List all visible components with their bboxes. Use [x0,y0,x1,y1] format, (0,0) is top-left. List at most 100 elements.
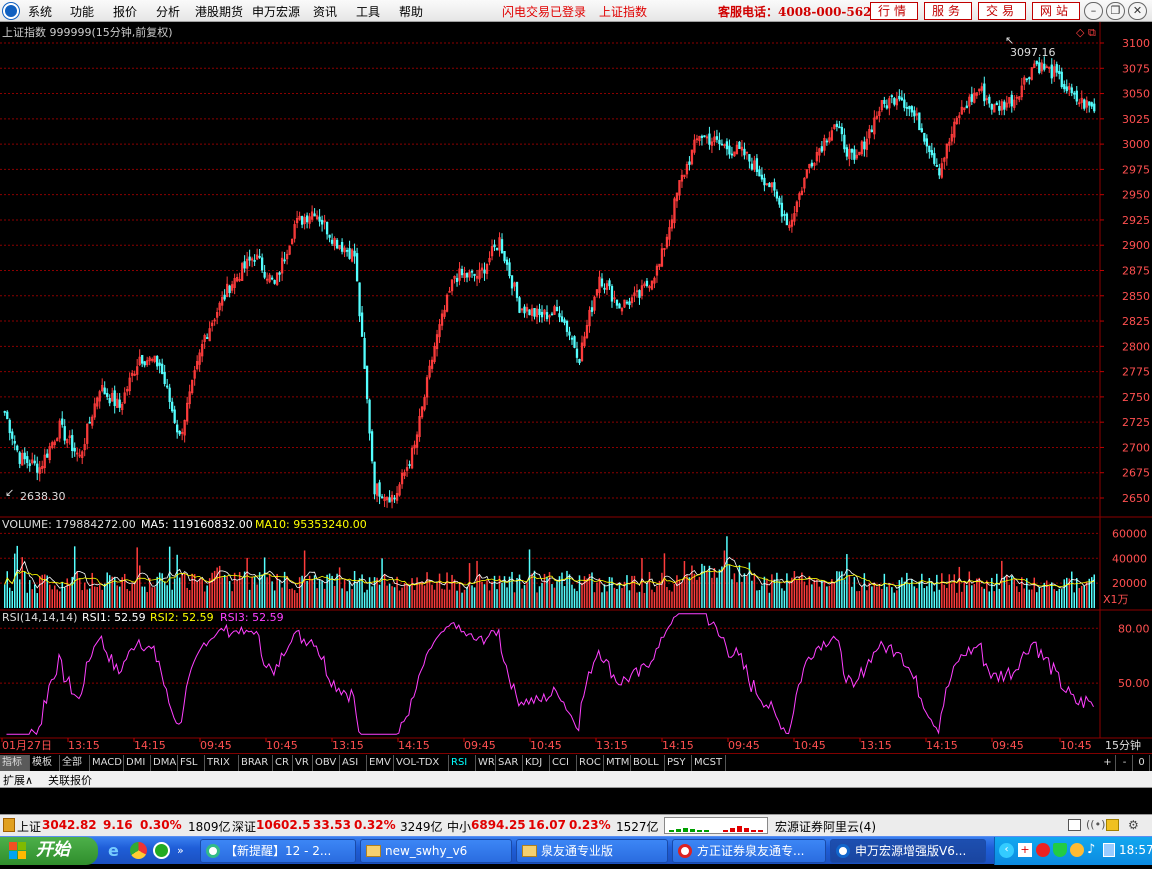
indicator-tab-obv[interactable]: OBV [313,755,340,771]
current-index-link[interactable]: 上证指数 [599,3,647,20]
indicator-tab-rsi[interactable]: RSI [449,755,476,771]
indicator-tab-macd[interactable]: MACD [90,755,124,771]
candle-body [625,301,629,304]
chart-window-icon[interactable]: ⧉ [1088,26,1096,39]
trade-button[interactable]: 交易 [978,2,1026,20]
chart-diamond-icon[interactable]: ◇ [1076,26,1085,39]
indicator-tab-dmi[interactable]: DMI [124,755,151,771]
indicator-tab-vr[interactable]: VR [293,755,313,771]
menu-item-system[interactable]: 系统 [28,3,52,20]
kline-chart[interactable]: 3100 3075 3050 3025 3000 2975 2950 2925 2900 2875… [0,22,1152,753]
candle-body [283,259,286,262]
indicator-tab-mtm[interactable]: MTM [604,755,631,771]
service-button[interactable]: 服务 [924,2,972,20]
indicator-tab-boll[interactable]: BOLL [631,755,665,771]
quicklaunch-browser-icon[interactable] [153,842,170,859]
indicator-tab-mcst[interactable]: MCST [692,755,726,771]
menu-item-quote[interactable]: 报价 [113,3,137,20]
minimize-button[interactable]: – [1084,2,1103,20]
quote-button[interactable]: 行情 [870,2,918,20]
start-button[interactable]: 开始 [0,837,98,865]
tray-shield-icon[interactable] [1053,843,1067,857]
broker-server-label[interactable]: 宏源证券阿里云(4) [775,818,876,835]
status-settings-icon[interactable]: ⚙ [1128,818,1142,832]
indicator-tab-asi[interactable]: ASI [340,755,367,771]
expand-tab[interactable]: 扩展∧ [3,772,33,788]
sz-label[interactable]: 深证 [232,818,256,835]
tray-volume-icon[interactable]: ♪ [1087,842,1095,857]
volume-bar [766,579,768,608]
volume-bar [741,581,743,608]
indicator-tab-sar[interactable]: SAR [496,755,523,771]
taskbar-item-folder-swhy[interactable]: new_swhy_v6 [360,839,512,863]
candle-body [930,150,933,156]
tab-control-plus[interactable]: + [1100,755,1116,771]
indicator-tab-dma[interactable]: DMA [151,755,178,771]
quicklaunch-ie-icon[interactable]: e [108,842,126,860]
indicator-tab-模板[interactable]: 模板 [30,755,60,771]
close-button[interactable]: ✕ [1128,2,1147,20]
volume-bar [486,580,488,608]
volume-bar [203,591,206,608]
candle-body [500,239,504,254]
indicator-tab-wr[interactable]: WR [476,755,496,771]
tray-network-icon[interactable] [1103,843,1115,857]
tray-flag-icon[interactable]: + [1018,843,1032,857]
candle-body [141,354,144,364]
volume-bar [796,580,798,608]
flash-trade-status[interactable]: 闪电交易已登录 [502,3,586,20]
indicator-tab-全部[interactable]: 全部 [60,755,90,771]
indicator-tab-cci[interactable]: CCI [550,755,577,771]
menu-item-tools[interactable]: 工具 [356,3,380,20]
volume-bar [978,577,981,608]
volume-bar [958,566,961,608]
taskbar-clock[interactable]: 18:57 [1119,843,1152,857]
indicator-tab-trix[interactable]: TRIX [205,755,239,771]
related-quote-tab[interactable]: 关联报价 [48,772,92,788]
swhy-app-icon [836,844,850,858]
volume-bar [733,573,736,608]
tray-expand-icon[interactable]: ‹ [999,843,1014,858]
indicator-tab-emv[interactable]: EMV [367,755,394,771]
menu-item-function[interactable]: 功能 [70,3,94,20]
volume-bar [186,587,188,608]
menu-item-help[interactable]: 帮助 [399,3,423,20]
volume-bar [153,587,156,608]
candle-body [103,387,106,395]
indicator-tab-cr[interactable]: CR [273,755,293,771]
status-message-icon[interactable] [1106,819,1119,831]
tray-antivirus-icon[interactable] [1036,843,1050,857]
taskbar-item-reminder[interactable]: 【新提醒】12 - 2... [200,839,356,863]
sh-label[interactable]: 上证 [17,818,41,835]
candle-body [715,136,719,140]
tab-control-zero[interactable]: 0 [1134,755,1150,771]
volume-bar [11,590,13,608]
menu-item-hk-futures[interactable]: 港股期货 [195,3,243,20]
indicator-tab-vol-tdx[interactable]: VOL-TDX [394,755,449,771]
indicator-tab-roc[interactable]: ROC [577,755,604,771]
menu-item-swhy[interactable]: 申万宏源 [252,3,300,20]
menu-item-news[interactable]: 资讯 [313,3,337,20]
taskbar-item-swhy-v6[interactable]: 申万宏源增强版V6... [830,839,986,863]
status-signal-icon[interactable]: ((•)) [1086,818,1110,832]
tab-control-minus[interactable]: - [1117,755,1133,771]
indicator-tab-指标[interactable]: 指标 [0,755,30,771]
volume-bar [843,579,846,608]
tray-app-icon[interactable] [1070,843,1084,857]
status-box-icon[interactable] [1068,819,1081,831]
zx-label[interactable]: 中小 [447,818,471,835]
period-label[interactable]: 15分钟 [1105,738,1141,752]
restore-button[interactable]: ❐ [1106,2,1125,20]
quicklaunch-show-desktop-icon[interactable]: » [177,844,184,857]
status-lock-icon [3,818,15,832]
taskbar-item-founder[interactable]: 方正证券泉友通专... [672,839,826,863]
indicator-tab-fsl[interactable]: FSL [178,755,205,771]
indicator-tab-kdj[interactable]: KDJ [523,755,550,771]
indicator-tab-psy[interactable]: PSY [665,755,692,771]
indicator-tab-brar[interactable]: BRAR [239,755,273,771]
volume-bar [53,585,56,608]
website-button[interactable]: 网站 [1032,2,1080,20]
taskbar-item-folder-qyt[interactable]: 泉友通专业版 [516,839,668,863]
quicklaunch-chrome-icon[interactable] [130,842,147,859]
menu-item-analysis[interactable]: 分析 [156,3,180,20]
